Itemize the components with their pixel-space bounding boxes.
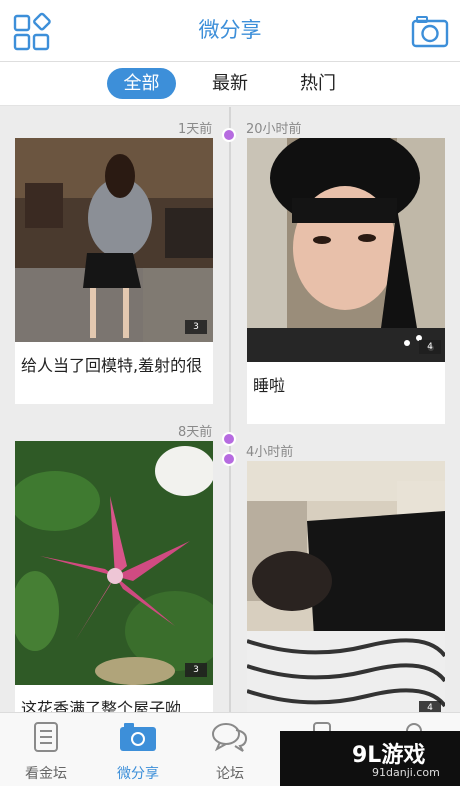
page-title: 微分享 <box>198 18 262 42</box>
post-photo <box>247 461 445 712</box>
image-count-badge: 4 <box>419 701 441 712</box>
tab-latest[interactable]: 最新 <box>196 68 264 99</box>
tab-kanjintan[interactable]: 看金坛 <box>0 713 92 786</box>
post-card[interactable]: 4 睡啦 <box>247 138 445 424</box>
site-watermark: 9L游戏 91danji.com <box>280 731 460 786</box>
post-photo <box>247 138 445 362</box>
post-caption: 给人当了回模特,羞射的很 <box>21 356 203 375</box>
watermark-logo: 9L游戏 <box>352 743 426 768</box>
post-time: 1天前 <box>178 122 213 137</box>
feed-list[interactable]: 1天前 3 给人当了回模特,羞射的很 8天前 3 这花香满了整个屋子呦 20小时… <box>0 107 460 712</box>
timeline-dot <box>222 452 236 466</box>
tab-weifenxiang[interactable]: 微分享 <box>92 713 184 786</box>
post-time: 20小时前 <box>246 122 302 137</box>
image-count-badge: 4 <box>419 340 441 354</box>
timeline-dot <box>222 432 236 446</box>
timeline-line <box>229 107 231 712</box>
tab-luntan[interactable]: 论坛 <box>184 713 276 786</box>
image-count-badge: 3 <box>185 663 207 677</box>
tab-hot[interactable]: 热门 <box>284 68 352 99</box>
camera-icon[interactable] <box>410 12 450 52</box>
post-card[interactable]: 4 <box>247 461 445 712</box>
post-caption: 这花香满了整个屋子呦 <box>21 699 182 712</box>
camera-icon <box>120 723 156 751</box>
timeline-dot <box>222 128 236 142</box>
top-bar: 微分享 <box>0 0 460 62</box>
image-count-badge: 3 <box>185 320 207 334</box>
post-card[interactable]: 3 给人当了回模特,羞射的很 <box>15 138 213 404</box>
tab-all[interactable]: 全部 <box>107 68 176 99</box>
post-photo <box>15 138 213 342</box>
filter-tabs: 全部 最新 热门 <box>0 62 460 106</box>
post-photo <box>15 441 213 685</box>
tab-label: 微分享 <box>117 766 159 782</box>
tab-label: 看金坛 <box>25 766 67 782</box>
post-time: 4小时前 <box>246 445 294 460</box>
post-card[interactable]: 3 这花香满了整个屋子呦 <box>15 441 213 712</box>
chat-bubbles-icon <box>212 723 248 752</box>
document-icon <box>34 722 58 752</box>
post-time: 8天前 <box>178 425 213 440</box>
tab-label: 论坛 <box>216 766 244 782</box>
post-caption: 睡啦 <box>253 376 286 395</box>
watermark-url: 91danji.com <box>372 766 440 779</box>
